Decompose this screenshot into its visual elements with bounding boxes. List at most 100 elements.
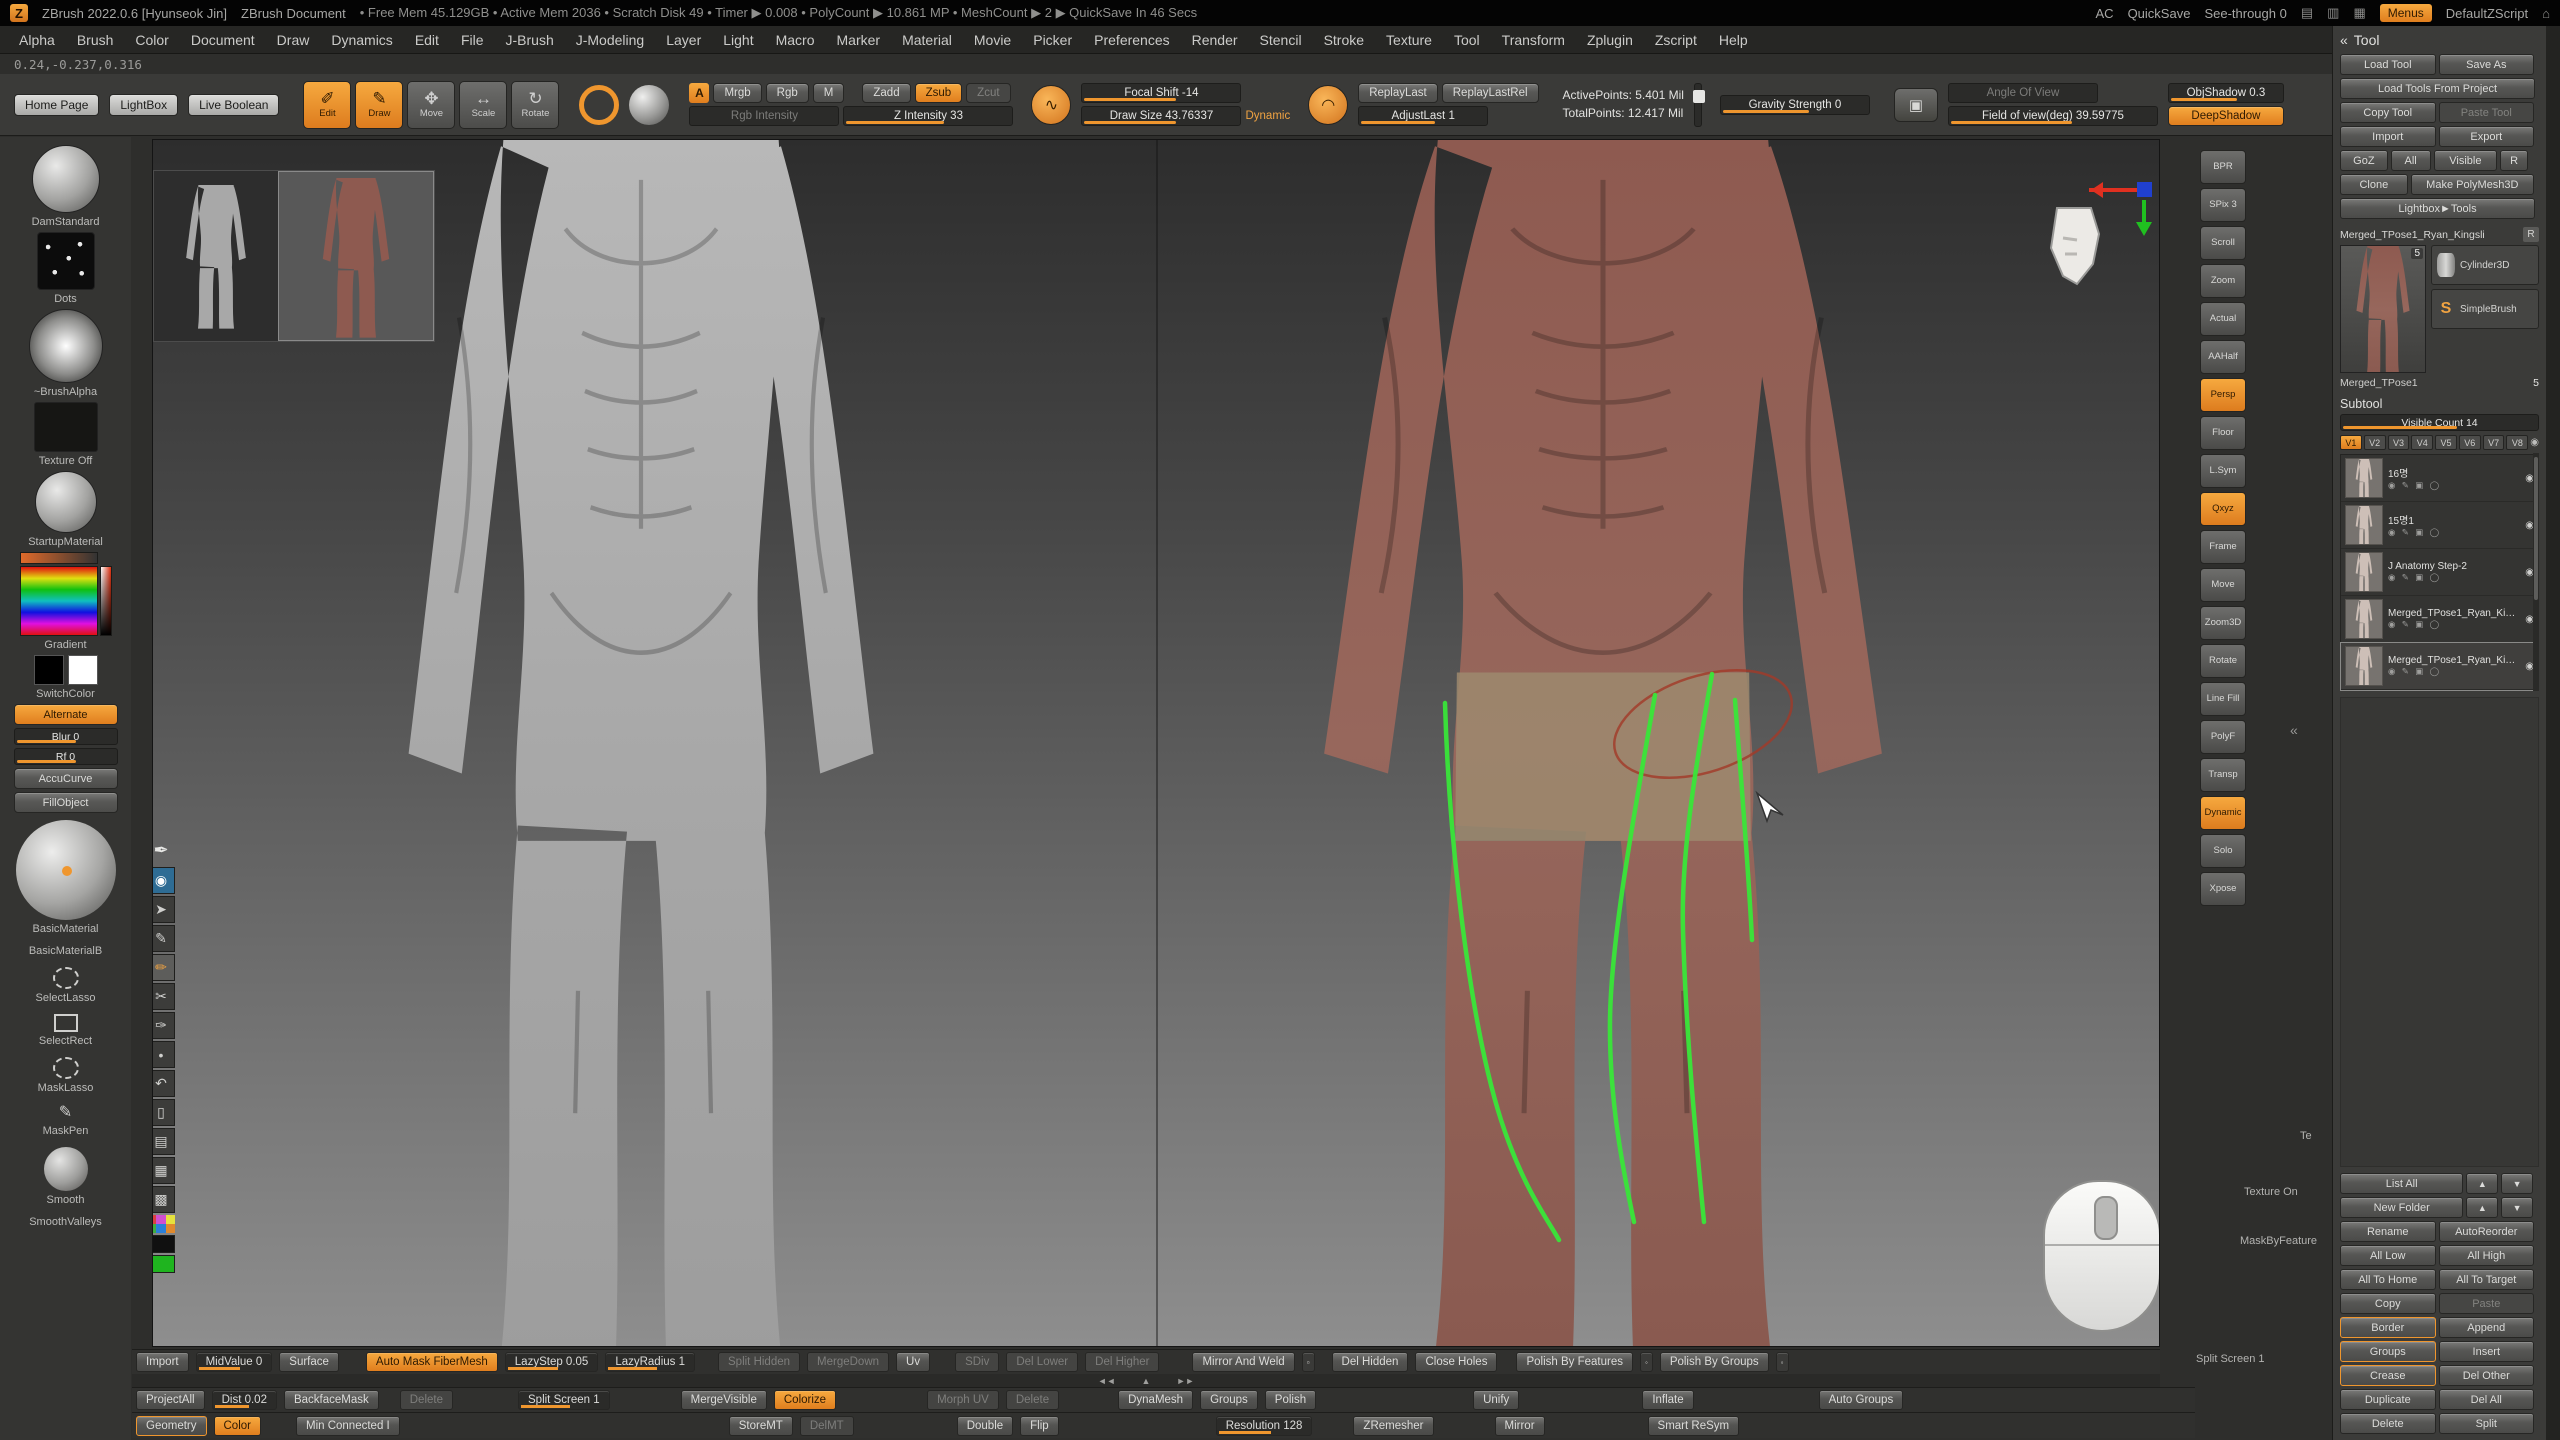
subtool-version-tab[interactable]: V5 [2435,435,2457,450]
home-icon[interactable]: ⌂ [2542,6,2550,21]
menus-button[interactable]: Menus [2380,4,2432,22]
menu-item[interactable]: Movie [963,32,1022,48]
subtool-action-button[interactable]: ▲ [2466,1197,2498,1218]
bottom-bar-button[interactable]: Color [214,1416,261,1436]
material-thumbnail[interactable] [35,471,97,533]
bottom-bar-button[interactable]: SDiv [955,1352,999,1372]
right-shelf-button[interactable]: Zoom [2200,264,2246,298]
bottom-bar-button[interactable]: Colorize [774,1390,836,1410]
texture-on-label[interactable]: Texture On [2244,1186,2298,1198]
menu-item[interactable]: Preferences [1083,32,1180,48]
visible-count-slider[interactable]: Visible Count 14 [2340,414,2539,431]
subtool-action-button[interactable]: List All [2340,1173,2463,1194]
document-nav-thumbnail[interactable] [153,170,435,342]
subtool-action-button[interactable]: Paste [2439,1293,2535,1314]
replay-last-button[interactable]: ReplayLast [1358,83,1438,103]
green-swatch[interactable] [152,1255,175,1273]
menu-item[interactable]: File [450,32,495,48]
active-tool-thumbnail[interactable]: 5 [2340,245,2426,373]
menu-item[interactable]: J-Brush [495,32,565,48]
bottom-bar-button[interactable]: ▫ [1302,1352,1315,1372]
focal-shift-slider[interactable]: Focal Shift -14 [1081,83,1241,103]
transform-mode-button[interactable]: ✎ Draw [355,81,403,129]
bottom-bar-button[interactable]: Morph UV [927,1390,999,1410]
window-cols-icon[interactable]: ▦ [2353,5,2365,21]
subtool-version-tab[interactable]: V2 [2364,435,2386,450]
fillobject-button[interactable]: FillObject [14,792,118,813]
bottom-bar-button[interactable]: DelMT [800,1416,854,1436]
subtool-eye-header-icon[interactable]: ◉ [2530,437,2539,448]
subtool-version-tab[interactable]: V1 [2340,435,2362,450]
pin-tool-icon[interactable]: ✒ [153,840,168,861]
bottom-bar-button[interactable]: Inflate [1642,1390,1693,1410]
select-lasso-icon[interactable] [53,967,79,989]
quickbar-tool-button[interactable]: ✏ [152,954,175,981]
right-shelf-button[interactable]: Xpose [2200,872,2246,906]
subtool-row[interactable]: 15명1 ◉ ✎ ▣ ◯ ◉ [2341,502,2538,549]
field-of-view-slider[interactable]: Field of view(deg) 39.59775 [1948,106,2158,126]
rgb-button[interactable]: Rgb [766,83,809,103]
basic-material-b-label[interactable]: BasicMaterialB [29,945,102,958]
menu-item[interactable]: Brush [66,32,125,48]
gravity-strength-slider[interactable]: Gravity Strength 0 [1720,95,1870,115]
collapse-icon[interactable]: « [2340,32,2348,48]
subtool-row-icons[interactable]: ◉ ✎ ▣ ◯ [2388,666,2520,677]
right-shelf-button[interactable]: SPix 3 [2200,188,2246,222]
bottom-bar-button[interactable]: DynaMesh [1118,1390,1193,1410]
tray-right-arrows[interactable]: ►► [1176,1376,1194,1386]
subtool-row-icons[interactable]: ◉ ✎ ▣ ◯ [2388,619,2520,630]
tray-left-arrows[interactable]: ◄◄ [1098,1376,1116,1386]
split-screen-label[interactable]: Split Screen 1 [2196,1353,2264,1365]
lightbox-button[interactable]: LightBox [109,94,178,116]
blur-slider[interactable]: Blur 0 [14,728,118,745]
right-shelf-button[interactable]: Line Fill [2200,682,2246,716]
m-button[interactable]: M [813,83,845,103]
window-grid-icon[interactable]: ▤ [2301,5,2313,21]
head-reference-icon[interactable] [2043,204,2105,290]
rgb-intensity-slider[interactable]: Rgb Intensity [689,106,839,126]
tool-panel-button[interactable]: Clone [2340,174,2408,195]
alpha-sphere-icon[interactable] [629,85,669,125]
bottom-bar-button[interactable]: LazyRadius 1 [605,1352,695,1372]
subtool-action-button[interactable]: Insert [2439,1341,2535,1362]
bottom-bar-button[interactable]: Split Screen 1 [518,1390,610,1410]
texture-thumbnail[interactable] [34,402,98,452]
menu-item[interactable]: Marker [826,32,892,48]
bottom-bar-button[interactable]: Flip [1020,1416,1059,1436]
tool-panel-button[interactable]: Load Tool [2340,54,2436,75]
switch-color-swatches[interactable] [34,655,98,685]
tool-panel-button[interactable]: All [2391,150,2431,171]
points-vertical-slider[interactable] [1694,83,1702,127]
menu-item[interactable]: Dynamics [320,32,403,48]
subtool-row[interactable]: Merged_TPose1_Ryan_Kingslien ◉ ✎ ▣ ◯ ◉ [2341,596,2538,643]
transform-mode-button[interactable]: ✥ Move [407,81,455,129]
bottom-bar-button[interactable]: Resolution 128 [1216,1416,1313,1436]
deep-shadow-button[interactable]: DeepShadow [2168,106,2284,126]
bottom-bar-button[interactable]: ◦ [1776,1352,1789,1372]
quickbar-tool-button[interactable]: ✂ [152,983,175,1010]
subtool-action-button[interactable]: Crease [2340,1365,2436,1386]
quickbar-tool-button[interactable]: ▩ [152,1186,175,1213]
bottom-bar-button[interactable]: Uv [896,1352,930,1372]
obj-shadow-slider[interactable]: ObjShadow 0.3 [2168,83,2284,103]
subtool-list-scrollbar[interactable] [2533,453,2539,691]
menu-item[interactable]: Light [712,32,764,48]
subtool-version-tab[interactable]: V3 [2388,435,2410,450]
angle-of-view-button[interactable]: Angle Of View [1948,83,2098,103]
subtool-action-button[interactable]: All To Home [2340,1269,2436,1290]
bottom-bar-button[interactable]: BackfaceMask [284,1390,379,1410]
adjust-last-slider[interactable]: AdjustLast 1 [1358,106,1488,126]
bottom-bar-button[interactable]: Smart ReSym [1648,1416,1740,1436]
tool-panel-button[interactable]: Copy Tool [2340,102,2436,123]
subtool-version-tab[interactable]: V8 [2506,435,2528,450]
subtool-row-icons[interactable]: ◉ ✎ ▣ ◯ [2388,572,2520,583]
live-boolean-button[interactable]: Live Boolean [188,94,279,116]
subtool-row-icons[interactable]: ◉ ✎ ▣ ◯ [2388,480,2520,491]
mask-pen-icon[interactable]: ✎ [59,1102,72,1122]
right-shelf-button[interactable]: L.Sym [2200,454,2246,488]
bottom-bar-button[interactable]: Auto Groups [1819,1390,1904,1410]
subtool-header[interactable]: Subtool [2340,397,2539,411]
menu-item[interactable]: Layer [655,32,712,48]
channel-a-badge[interactable]: A [689,83,709,103]
subtool-row[interactable]: Merged_TPose1_Ryan_Kingslie ◉ ✎ ▣ ◯ ◉ [2341,643,2538,690]
